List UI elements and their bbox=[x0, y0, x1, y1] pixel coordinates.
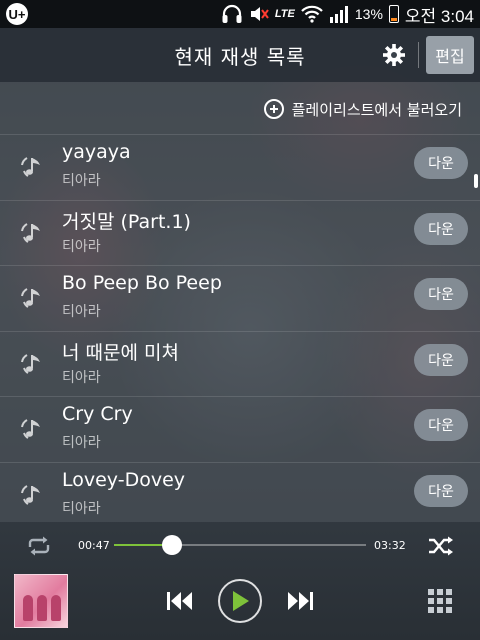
album-figure bbox=[51, 595, 61, 621]
wifi-icon bbox=[301, 5, 323, 23]
music-note-icon bbox=[21, 157, 40, 177]
previous-icon[interactable] bbox=[166, 590, 194, 612]
repeat-icon[interactable] bbox=[26, 536, 52, 556]
album-figure bbox=[37, 595, 47, 621]
list-item[interactable]: 거짓말 (Part.1) 티아라 다운 bbox=[0, 199, 480, 266]
volume-mute-icon bbox=[250, 7, 269, 21]
gear-icon[interactable] bbox=[382, 43, 406, 67]
song-title: 거짓말 (Part.1) bbox=[62, 210, 191, 233]
music-note-icon bbox=[21, 222, 40, 243]
download-button[interactable]: 다운 bbox=[414, 212, 468, 245]
music-note-icon bbox=[21, 419, 40, 439]
download-button[interactable]: 다운 bbox=[414, 147, 468, 179]
mini-player: 00:47 03:32 bbox=[0, 522, 480, 640]
edit-button[interactable]: 편집 bbox=[426, 36, 474, 74]
download-button[interactable]: 다운 bbox=[414, 343, 468, 376]
play-triangle bbox=[233, 591, 249, 611]
list-item[interactable]: 너 때문에 미쳐 티아라 다운 bbox=[0, 330, 480, 397]
song-artist: 티아라 bbox=[62, 500, 101, 517]
load-from-playlist-button[interactable]: 플레이리스트에서 불러오기 bbox=[0, 84, 480, 134]
seek-bar[interactable] bbox=[114, 535, 366, 555]
music-note-icon bbox=[21, 288, 40, 308]
play-icon bbox=[233, 591, 249, 611]
list-item[interactable]: Lovey-Dovey 티아라 다운 bbox=[0, 461, 480, 528]
plus-circle-icon bbox=[263, 99, 284, 119]
network-type: LTE bbox=[274, 8, 295, 20]
album-art-thumbnail[interactable] bbox=[14, 574, 68, 628]
music-note-icon bbox=[21, 484, 40, 505]
song-title: Lovey-Dovey bbox=[62, 468, 186, 491]
list-item[interactable]: Cry Cry 티아라 다운 bbox=[0, 396, 480, 462]
total-time: 03:32 bbox=[374, 539, 406, 552]
song-artist: 티아라 bbox=[62, 435, 101, 451]
song-list[interactable]: yayaya 티아라 다운 거짓말 (Part.1) 티아라 다운 Bo Pee… bbox=[0, 134, 480, 527]
seek-bar-handle[interactable] bbox=[162, 535, 183, 555]
headphones-icon bbox=[222, 4, 242, 23]
header-bar: 현재 재생 목록 편집 bbox=[0, 28, 480, 82]
signal-icon bbox=[329, 6, 348, 23]
clock: 오전 3:04 bbox=[404, 6, 474, 26]
song-artist: 티아라 bbox=[62, 238, 101, 255]
list-item[interactable]: Bo Peep Bo Peep 티아라 다운 bbox=[0, 265, 480, 331]
battery-icon bbox=[388, 5, 399, 23]
play-button[interactable] bbox=[218, 579, 262, 623]
status-bar: U+ LTE 13% 오전 3:04 bbox=[0, 0, 480, 28]
list-scrollbar[interactable] bbox=[474, 174, 478, 188]
battery-percent: 13% bbox=[354, 6, 383, 22]
download-button[interactable]: 다운 bbox=[414, 409, 468, 441]
page-title: 현재 재생 목록 bbox=[174, 44, 306, 69]
next-icon[interactable] bbox=[286, 590, 314, 612]
song-artist: 티아라 bbox=[62, 369, 101, 386]
download-button[interactable]: 다운 bbox=[414, 474, 468, 507]
load-from-playlist-label: 플레이리스트에서 불러오기 bbox=[291, 100, 462, 119]
grid-menu-icon[interactable] bbox=[427, 588, 453, 614]
song-title: Bo Peep Bo Peep bbox=[62, 272, 222, 294]
music-note-icon bbox=[21, 353, 40, 374]
header-divider bbox=[418, 42, 419, 68]
song-title: yayaya bbox=[62, 141, 131, 163]
elapsed-time: 00:47 bbox=[78, 539, 110, 552]
album-figure bbox=[23, 595, 33, 621]
download-button[interactable]: 다운 bbox=[414, 278, 468, 310]
list-item[interactable]: yayaya 티아라 다운 bbox=[0, 134, 480, 200]
carrier-logo: U+ bbox=[6, 3, 28, 25]
song-artist: 티아라 bbox=[62, 304, 101, 320]
song-artist: 티아라 bbox=[62, 173, 101, 189]
song-title: 너 때문에 미쳐 bbox=[62, 341, 179, 364]
song-title: Cry Cry bbox=[62, 403, 133, 425]
shuffle-icon[interactable] bbox=[428, 536, 454, 556]
